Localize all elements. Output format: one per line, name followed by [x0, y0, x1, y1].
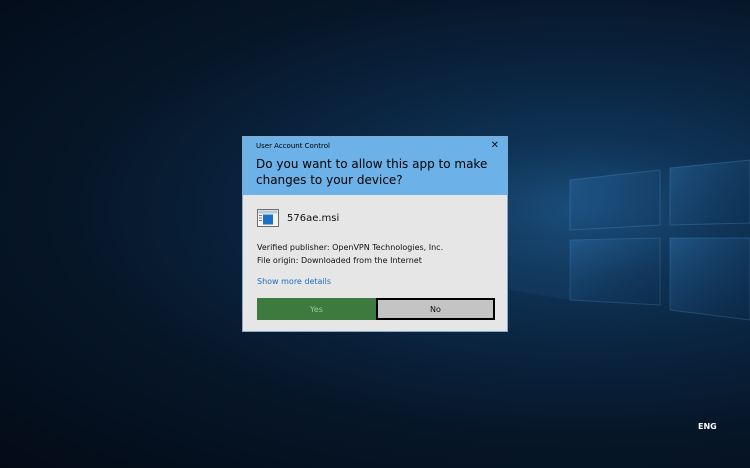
show-more-details-link[interactable]: Show more details	[257, 277, 331, 286]
uac-question: Do you want to allow this app to make ch…	[256, 157, 488, 187]
uac-dialog: User Account Control ✕ Do you want to al…	[242, 136, 508, 332]
publisher-text: Verified publisher: OpenVPN Technologies…	[257, 243, 444, 252]
details-block: Verified publisher: OpenVPN Technologies…	[257, 241, 443, 267]
yes-button[interactable]: Yes	[257, 298, 376, 320]
file-name: 576ae.msi	[287, 212, 340, 224]
origin-text: File origin: Downloaded from the Interne…	[257, 256, 422, 265]
no-button[interactable]: No	[376, 298, 495, 320]
dialog-caption: User Account Control	[256, 142, 330, 150]
uac-header: User Account Control ✕ Do you want to al…	[243, 137, 507, 195]
installer-file-icon	[257, 209, 279, 227]
file-row: 576ae.msi	[257, 209, 339, 227]
language-indicator[interactable]: ENG	[698, 422, 717, 431]
close-icon[interactable]: ✕	[491, 140, 499, 152]
